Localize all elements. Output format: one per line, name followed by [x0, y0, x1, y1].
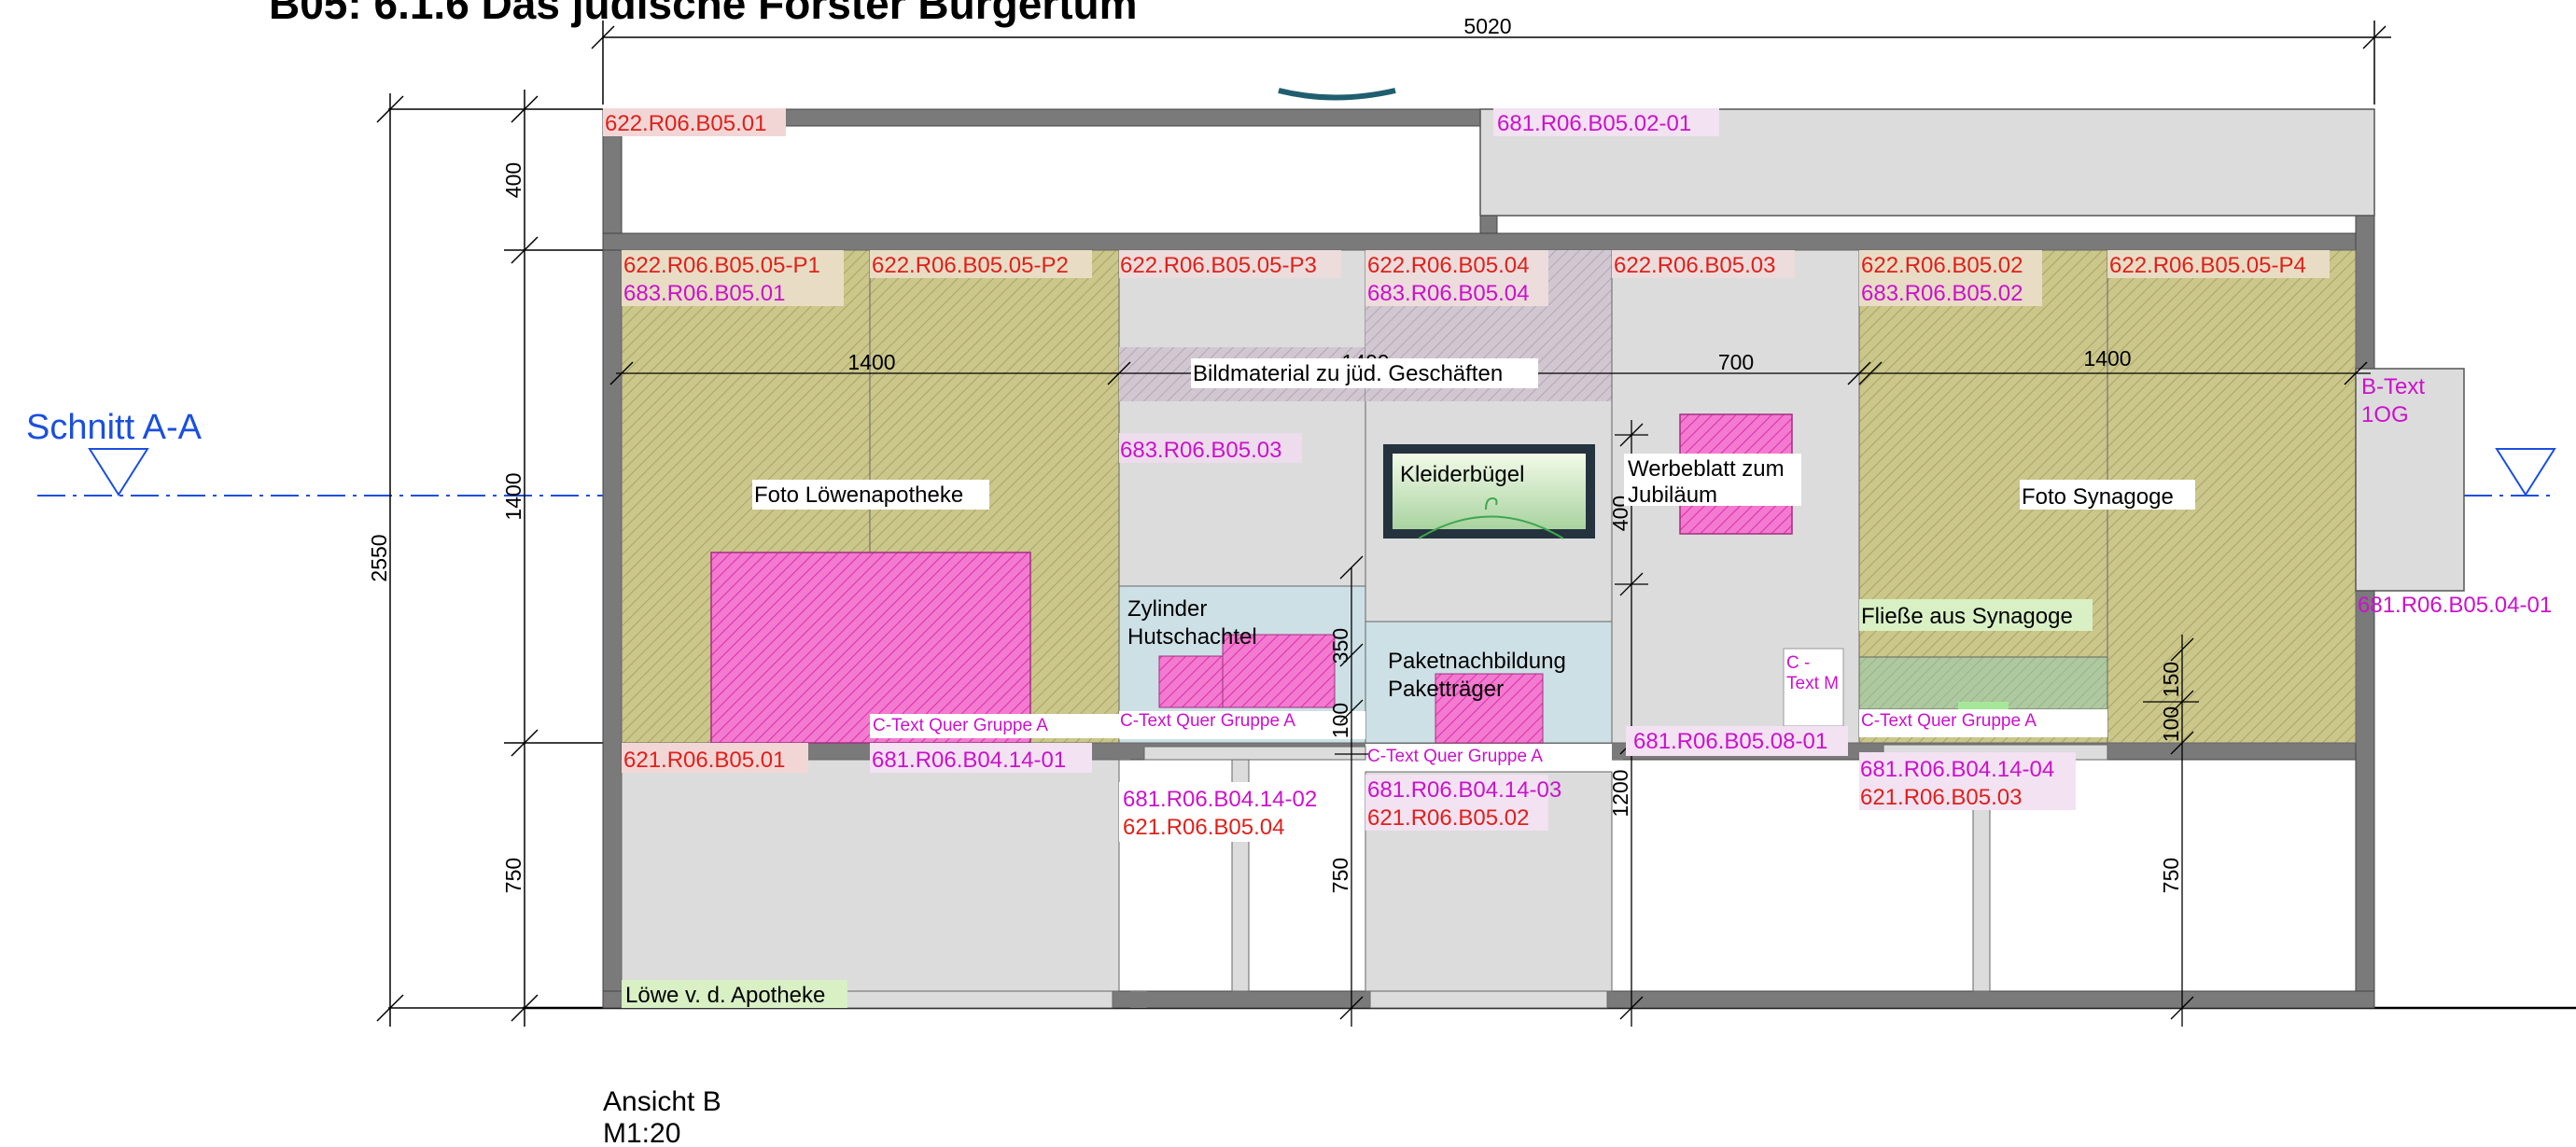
label-foto-loewe: Foto Löwenapotheke — [754, 483, 963, 508]
c-text-m-2: Text M — [1786, 674, 1839, 693]
code-p1: 622.R06.B05.05-P1 — [623, 253, 820, 278]
hutschachtel-object — [1158, 655, 1227, 708]
dim-top-band: 400 — [501, 162, 525, 198]
code-p1-sub: 683.R06.B05.01 — [623, 281, 785, 306]
label-kleiderbuegel: Kleiderbügel — [1400, 462, 1524, 487]
label-bildmaterial: Bildmaterial zu jüd. Geschäften — [1193, 361, 1503, 386]
c-text-quer-4: C-Text Quer Gruppe A — [1861, 711, 2037, 731]
dim-werbeblatt-1200: 1200 — [1608, 769, 1632, 817]
view-scale: M1:20 — [603, 1118, 680, 1147]
c-text-quer-3: C-Text Quer Gruppe A — [1367, 747, 1543, 766]
code-p3-sub: 683.R06.B05.03 — [1120, 438, 1281, 463]
dim-base-band: 750 — [501, 858, 525, 893]
c-text-m-1: C - — [1786, 653, 1810, 673]
code-b0414-03: 681.R06.B04.14-03 — [1367, 777, 1561, 803]
dim-total-width-label: 5020 — [1463, 14, 1511, 38]
dim-fliesse-150: 150 — [2159, 662, 2183, 697]
section-marker-right-icon — [2495, 448, 2556, 497]
code-b0508-01: 681.R06.B05.08-01 — [1633, 729, 1827, 754]
code-b04-sub: 683.R06.B05.04 — [1367, 281, 1529, 306]
code-base-3: 621.R06.B05.03 — [1860, 785, 2022, 810]
dim-panel-width-3: 700 — [1718, 350, 1754, 374]
code-roof-right: 681.R06.B05.02-01 — [1497, 111, 1691, 136]
code-b0414-01: 681.R06.B04.14-01 — [872, 748, 1066, 773]
label-b-text-2: 1OG — [2361, 402, 2409, 427]
panel-p3 — [1118, 249, 1366, 587]
dim-zylinder-350: 350 — [1328, 628, 1352, 664]
dim-zylinder-100: 100 — [1328, 703, 1352, 738]
dim-left-vertical — [376, 90, 603, 1027]
label-zylinder-2: Hutschachtel — [1127, 624, 1257, 650]
page-title: B05: 6.1.6 Das jüdische Forster Bürgertu… — [269, 0, 1138, 28]
code-b04: 622.R06.B05.04 — [1367, 253, 1529, 278]
code-base-2: 621.R06.B05.02 — [1367, 805, 1529, 831]
dim-panel-width-1: 1400 — [847, 350, 895, 374]
code-p4: 622.R06.B05.05-P4 — [2109, 253, 2306, 278]
code-b0504-01: 681.R06.B05.04-01 — [2358, 593, 2552, 618]
label-zylinder-1: Zylinder — [1127, 596, 1207, 622]
code-b03: 622.R06.B05.03 — [1614, 253, 1775, 278]
dim-right-base-750: 750 — [2159, 858, 2183, 893]
dim-paket-750: 750 — [1328, 858, 1352, 893]
section-marker-left-icon — [88, 448, 149, 497]
code-p3: 622.R06.B05.05-P3 — [1120, 253, 1317, 278]
label-werbeblatt-1: Werbeblatt zum — [1628, 456, 1785, 482]
label-loewe: Löwe v. d. Apotheke — [625, 983, 825, 1008]
fliesse-object — [1858, 656, 2108, 710]
c-text-quer-2: C-Text Quer Gruppe A — [1120, 711, 1295, 731]
section-marker-label: Schnitt A-A — [26, 408, 203, 447]
label-werbeblatt-2: Jubiläum — [1628, 483, 1717, 508]
code-b02-sub: 683.R06.B05.02 — [1861, 281, 2023, 306]
code-base-4: 621.R06.B05.04 — [1123, 815, 1284, 840]
label-paket-1: Paketnachbildung — [1388, 649, 1566, 674]
dim-total-height: 2550 — [367, 534, 391, 581]
dim-display-band: 1400 — [501, 472, 525, 520]
c-text-quer-1: C-Text Quer Gruppe A — [873, 716, 1048, 735]
code-b0414-02: 681.R06.B04.14-02 — [1123, 787, 1317, 812]
label-foto-synagoge: Foto Synagoge — [2022, 484, 2174, 510]
label-fliesse: Fließe aus Synagoge — [1861, 604, 2073, 629]
base-shelf-2 — [1143, 746, 1366, 761]
code-p2: 622.R06.B05.05-P2 — [872, 253, 1069, 278]
view-name: Ansicht B — [603, 1086, 721, 1117]
dim-panel-width-4: 1400 — [2083, 346, 2131, 371]
label-b-text-1: B-Text — [2361, 374, 2425, 399]
code-roof-left: 622.R06.B05.01 — [605, 111, 766, 136]
code-base-1: 621.R06.B05.01 — [623, 748, 785, 773]
code-b02: 622.R06.B05.02 — [1861, 253, 2023, 278]
dim-fliesse-100: 100 — [2159, 706, 2183, 742]
elevation-drawing: B05: 6.1.6 Das jüdische Forster Bürgertu… — [26, 0, 2576, 1147]
label-paket-2: Paketträger — [1388, 677, 1504, 702]
code-b0414-04: 681.R06.B04.14-04 — [1860, 757, 2054, 782]
base-1 — [621, 759, 1120, 992]
top-arc-detail — [1278, 88, 1396, 101]
